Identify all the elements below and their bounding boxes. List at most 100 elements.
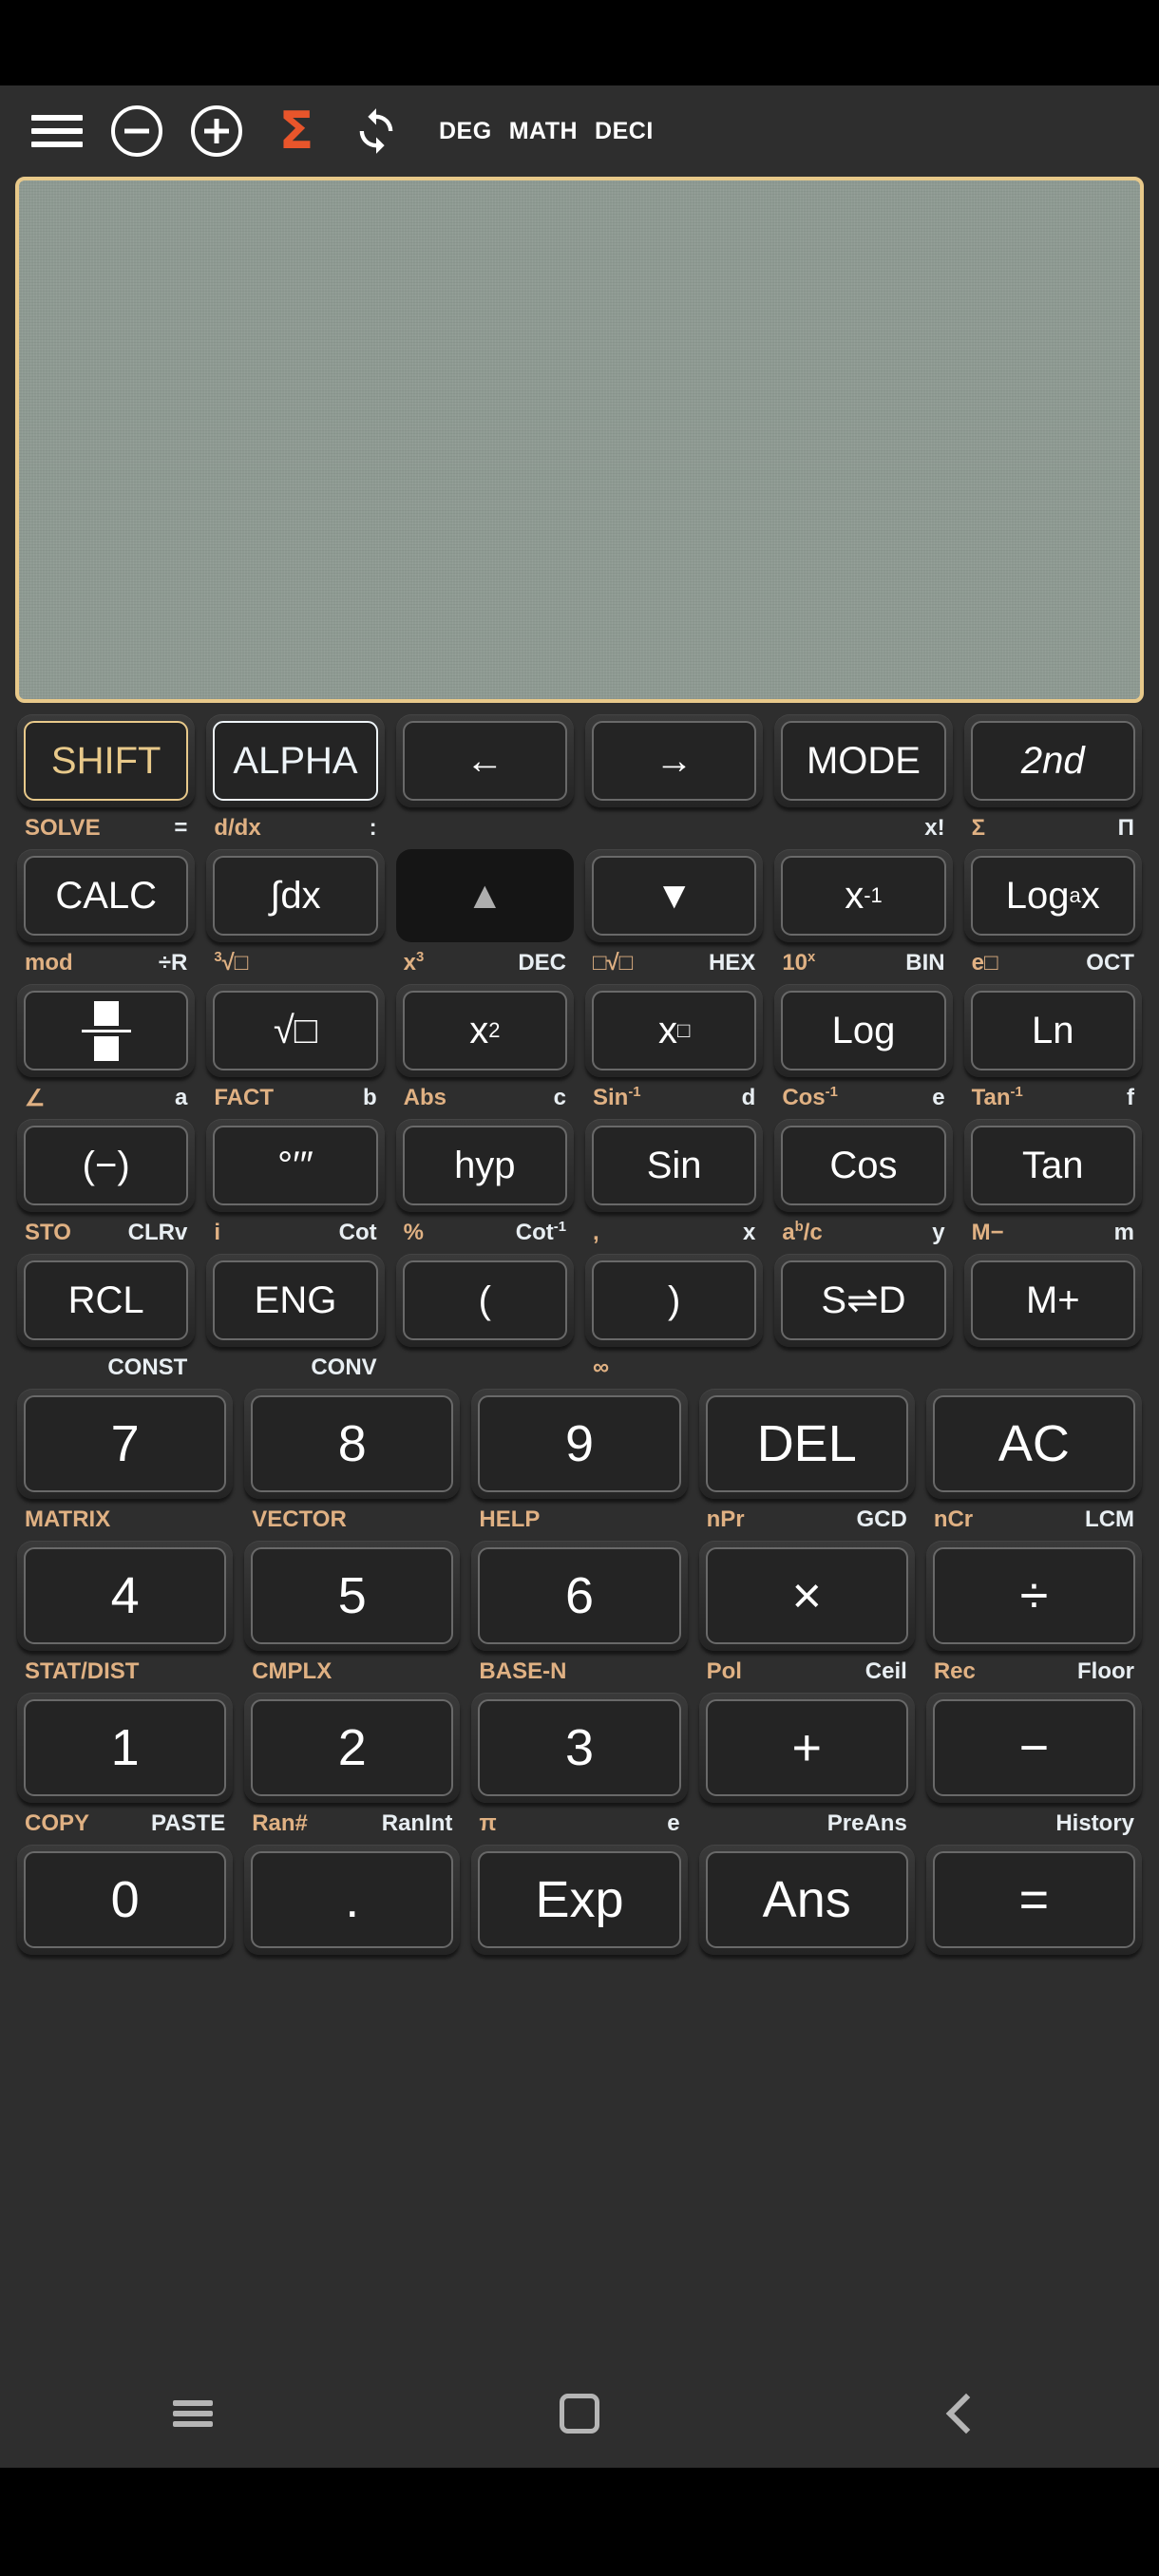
- sublabel-alpha-blank: [1128, 1354, 1134, 1381]
- key-label: MODE: [781, 721, 946, 801]
- key-blank[interactable]: .: [244, 1845, 461, 1955]
- key-3[interactable]: 3: [471, 1693, 688, 1803]
- key-label: hyp: [402, 1126, 567, 1205]
- sublabel-shift-blank: Σ: [971, 815, 986, 841]
- home-button[interactable]: [484, 2359, 674, 2468]
- key-x[interactable]: x □: [584, 984, 764, 1077]
- sublabel-alpha-oct: OCT: [1086, 950, 1134, 975]
- key-cell: DEL: [694, 1389, 921, 1499]
- key-sin[interactable]: Sin: [584, 1119, 764, 1212]
- key-blank[interactable]: ): [584, 1254, 764, 1347]
- key-ln[interactable]: Ln: [963, 984, 1142, 1077]
- key-0[interactable]: 0: [17, 1845, 234, 1955]
- key-6[interactable]: 6: [471, 1541, 688, 1651]
- key-blank[interactable]: ÷: [925, 1541, 1143, 1651]
- zoom-in-button[interactable]: [177, 91, 256, 171]
- key-sublabel-row: STO CLRv i Cot% Cot-1, x ab/c y M− m: [11, 1212, 1148, 1254]
- sublabel-alpha-blank: [750, 815, 756, 842]
- key-blank[interactable]: −: [925, 1693, 1143, 1803]
- key-s-d[interactable]: S⇌D: [774, 1254, 953, 1347]
- key-row: √□ x 2 x □ Log Ln: [11, 984, 1148, 1077]
- key-ac[interactable]: AC: [925, 1389, 1143, 1499]
- sublabel-cell: STO CLRv: [11, 1220, 200, 1246]
- key-blank[interactable]: ←: [395, 714, 574, 807]
- key-label: Ans: [705, 1851, 908, 1948]
- sublabel-cell: [694, 1962, 921, 1989]
- key-x[interactable]: x -1: [774, 849, 953, 942]
- sigma-button[interactable]: Σ: [256, 91, 336, 171]
- zoom-out-button[interactable]: [97, 91, 177, 171]
- back-button[interactable]: [871, 2359, 1061, 2468]
- key-cell: 3: [466, 1693, 693, 1803]
- key-log[interactable]: Log: [774, 984, 953, 1077]
- sublabel-shift-help: HELP: [479, 1506, 541, 1532]
- sublabel-alpha-blank: [446, 1962, 453, 1989]
- sublabel-shift-mod: mod: [25, 950, 73, 975]
- key-cell: x2: [390, 984, 580, 1077]
- key-shift[interactable]: SHIFT: [17, 714, 196, 807]
- sublabel-shift-pol: Pol: [706, 1658, 742, 1684]
- key-blank[interactable]: ×: [698, 1541, 915, 1651]
- key-blank[interactable]: °′″: [206, 1119, 385, 1212]
- key-label: .: [251, 1851, 454, 1948]
- key-x[interactable]: x2: [395, 984, 574, 1077]
- sublabel-shift-rec: Rec: [933, 1658, 976, 1684]
- key-log-x[interactable]: Log a x: [963, 849, 1142, 942]
- key-del[interactable]: DEL: [698, 1389, 915, 1499]
- key-4[interactable]: 4: [17, 1541, 234, 1651]
- key-rcl[interactable]: RCL: [17, 1254, 196, 1347]
- sublabel-shift-blank: %: [403, 1220, 424, 1245]
- key-7[interactable]: 7: [17, 1389, 234, 1499]
- key-cell: RCL: [11, 1254, 200, 1347]
- key-dx[interactable]: ∫dx: [206, 849, 385, 942]
- key-label: ▲: [466, 875, 504, 917]
- key-eng[interactable]: ENG: [206, 1254, 385, 1347]
- key-alpha[interactable]: ALPHA: [206, 714, 385, 807]
- key-label: x -1: [781, 856, 946, 936]
- sublabel-cell: ab/c y: [769, 1220, 958, 1246]
- key-cell: ÷: [921, 1541, 1148, 1651]
- key-m[interactable]: M+: [963, 1254, 1142, 1347]
- key-1[interactable]: 1: [17, 1693, 234, 1803]
- refresh-button[interactable]: [336, 91, 416, 171]
- key-2nd[interactable]: 2nd: [963, 714, 1142, 807]
- key-blank[interactable]: =: [925, 1845, 1143, 1955]
- key-exp[interactable]: Exp: [471, 1845, 688, 1955]
- key-2[interactable]: 2: [244, 1693, 461, 1803]
- key-5[interactable]: 5: [244, 1541, 461, 1651]
- key-hyp[interactable]: hyp: [395, 1119, 574, 1212]
- angle-mode-indicator[interactable]: DEG: [439, 118, 492, 145]
- key-cos[interactable]: Cos: [774, 1119, 953, 1212]
- key-blank[interactable]: →: [584, 714, 764, 807]
- key-ans[interactable]: Ans: [698, 1845, 915, 1955]
- sublabel-alpha-cot: Cot-1: [515, 1220, 566, 1245]
- key-8[interactable]: 8: [244, 1389, 461, 1499]
- key-blank[interactable]: +: [698, 1693, 915, 1803]
- menu-button[interactable]: [17, 91, 97, 171]
- sublabel-cell: x3 DEC: [390, 950, 580, 976]
- key-tan[interactable]: Tan: [963, 1119, 1142, 1212]
- key-label: 8: [251, 1395, 454, 1492]
- key-blank[interactable]: (: [395, 1254, 574, 1347]
- key-cell: ←: [390, 714, 580, 807]
- key-blank[interactable]: √□: [206, 984, 385, 1077]
- key-label: ▼: [591, 856, 757, 936]
- input-mode-indicator[interactable]: MATH: [509, 118, 578, 145]
- key-label: Log a x: [970, 856, 1135, 936]
- back-chevron-icon: [945, 2393, 986, 2434]
- key-fraction[interactable]: [17, 984, 196, 1077]
- key-calc[interactable]: CALC: [17, 849, 196, 942]
- key-blank[interactable]: (−): [17, 1119, 196, 1212]
- key-label: 1: [24, 1699, 227, 1796]
- number-mode-indicator[interactable]: DECI: [595, 118, 654, 145]
- key-blank[interactable]: ▲: [395, 849, 574, 942]
- calculator-display[interactable]: [15, 177, 1144, 703]
- key-cell: MODE: [769, 714, 958, 807]
- key-mode[interactable]: MODE: [774, 714, 953, 807]
- sublabel-cell: COPY PASTE: [11, 1810, 238, 1837]
- recents-button[interactable]: [98, 2359, 288, 2468]
- key-blank[interactable]: ▼: [584, 849, 764, 942]
- sublabel-alpha-ranint: RanInt: [381, 1810, 453, 1836]
- key-9[interactable]: 9: [471, 1389, 688, 1499]
- sublabel-alpha-e: e: [932, 1085, 945, 1110]
